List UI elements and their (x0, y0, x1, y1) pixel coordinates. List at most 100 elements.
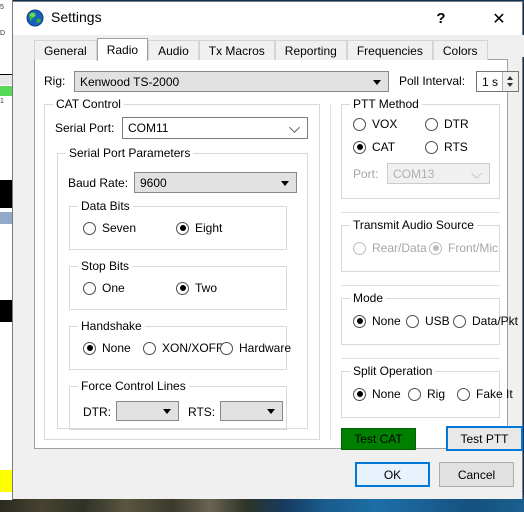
radio-mode-data-pkt[interactable]: Data/Pkt (453, 314, 518, 328)
radio-label: Data/Pkt (472, 314, 519, 328)
radio-dot (457, 387, 470, 401)
radio-split-none[interactable]: None (353, 387, 401, 401)
rts-select[interactable] (220, 401, 283, 421)
tab-reporting[interactable]: Reporting (274, 40, 347, 60)
ptt-method-group: PTT Method VOX DTR CAT RTS Port: COM13 (341, 97, 500, 199)
tab-frequencies[interactable]: Frequencies (346, 40, 433, 60)
radio-split-fake-it[interactable]: Fake It (457, 387, 513, 401)
tab-tx-macros[interactable]: Tx Macros (198, 40, 275, 60)
radio-split-rig[interactable]: Rig (408, 387, 445, 401)
radio-audio-rear-data[interactable]: Rear/Data (353, 241, 427, 255)
poll-interval-label: Poll Interval: (399, 74, 466, 88)
radio-dot (353, 117, 366, 131)
rts-label: RTS: (188, 405, 216, 419)
radio-settings-panel: Rig: Kenwood TS-2000 Poll Interval: 1 s … (34, 59, 523, 451)
radio-dot (406, 314, 419, 328)
radio-label: USB (425, 314, 450, 328)
panel-divider (330, 104, 331, 440)
dtr-label: DTR: (83, 405, 111, 419)
ptt-port-label: Port: (353, 167, 379, 181)
tab-colors[interactable]: Colors (432, 40, 488, 60)
poll-interval-value: 1 s (482, 75, 499, 89)
rig-label: Rig: (44, 74, 66, 88)
radio-data-bits-seven[interactable]: Seven (83, 221, 136, 235)
radio-handshake-none[interactable]: None (83, 341, 131, 355)
radio-dot (425, 117, 438, 131)
force-control-lines-title: Force Control Lines (78, 379, 189, 393)
radio-label: VOX (372, 117, 398, 131)
radio-dot (353, 314, 366, 328)
spin-up-icon[interactable] (507, 76, 513, 80)
radio-dot (353, 387, 366, 401)
globe-icon (26, 9, 44, 27)
chevron-down-icon (373, 80, 381, 85)
chevron-down-icon (267, 409, 275, 414)
radio-dot (176, 281, 189, 295)
radio-stop-bits-two[interactable]: Two (176, 281, 217, 295)
radio-dot (83, 281, 96, 295)
radio-dot (408, 387, 421, 401)
radio-dot (83, 341, 96, 355)
serial-port-select[interactable]: COM11 (122, 117, 308, 139)
radio-label: XON/XOFF (162, 341, 224, 355)
radio-ptt-cat[interactable]: CAT (353, 140, 395, 154)
baud-rate-select[interactable]: 9600 (134, 172, 297, 193)
help-button[interactable]: ? (418, 2, 464, 35)
radio-dot (353, 140, 366, 154)
radio-label: DTR (444, 117, 469, 131)
radio-ptt-vox[interactable]: VOX (353, 117, 397, 131)
radio-dot (429, 241, 442, 255)
stop-bits-group: Stop Bits One Two (69, 259, 287, 310)
data-bits-group: Data Bits Seven Eight (69, 199, 287, 250)
radio-ptt-dtr[interactable]: DTR (425, 117, 469, 131)
title-bar[interactable]: Settings ? ✕ (13, 2, 522, 35)
tab-radio[interactable]: Radio (96, 38, 149, 61)
cat-control-title: CAT Control (53, 97, 124, 111)
baud-rate-label: Baud Rate: (68, 176, 129, 190)
radio-label: Front/Mic (448, 241, 499, 255)
radio-audio-front-mic[interactable]: Front/Mic (429, 241, 498, 255)
ok-button[interactable]: OK (355, 462, 430, 487)
radio-mode-none[interactable]: None (353, 314, 401, 328)
transmit-audio-source-title: Transmit Audio Source (350, 218, 477, 232)
section-separator-1 (341, 212, 500, 213)
chevron-down-icon (281, 181, 289, 186)
radio-stop-bits-one[interactable]: One (83, 281, 125, 295)
radio-dot (453, 314, 466, 328)
poll-interval-spin-buttons[interactable] (502, 72, 518, 91)
test-ptt-button[interactable]: Test PTT (446, 426, 523, 451)
radio-handshake-hardware[interactable]: Hardware (220, 341, 291, 355)
radio-ptt-rts[interactable]: RTS (425, 140, 468, 154)
poll-interval-stepper[interactable]: 1 s (476, 71, 519, 92)
tab-bar: General Radio Audio Tx Macros Reporting … (34, 38, 488, 61)
chevron-down-icon (163, 409, 171, 414)
radio-mode-usb[interactable]: USB (406, 314, 450, 328)
data-bits-title: Data Bits (78, 199, 133, 213)
radio-label: Rear/Data (372, 241, 427, 255)
radio-label: CAT (372, 140, 396, 154)
dtr-select[interactable] (116, 401, 179, 421)
rig-select[interactable]: Kenwood TS-2000 (74, 71, 389, 92)
radio-handshake-xonxoff[interactable]: XON/XOFF (143, 341, 223, 355)
test-cat-button[interactable]: Test CAT (341, 428, 416, 450)
settings-dialog: Settings ? ✕ General Radio Audio Tx Macr… (12, 1, 524, 499)
handshake-group: Handshake None XON/XOFF Hardware (69, 319, 291, 370)
split-operation-title: Split Operation (350, 364, 436, 378)
radio-data-bits-eight[interactable]: Eight (176, 221, 222, 235)
dialog-footer: OK Cancel (13, 449, 522, 499)
force-control-lines-group: Force Control Lines DTR: RTS: (69, 379, 287, 430)
spin-down-icon[interactable] (507, 83, 513, 87)
cancel-button[interactable]: Cancel (439, 462, 514, 487)
chevron-down-icon (471, 168, 482, 179)
serial-port-parameters-title: Serial Port Parameters (66, 146, 194, 160)
handshake-title: Handshake (78, 319, 145, 333)
rig-row: Rig: Kenwood TS-2000 Poll Interval: 1 s (44, 71, 519, 93)
transmit-audio-source-group: Transmit Audio Source Rear/Data Front/Mi… (341, 218, 500, 272)
stop-bits-title: Stop Bits (78, 259, 133, 273)
tab-audio[interactable]: Audio (148, 40, 199, 60)
radio-dot (143, 341, 156, 355)
ptt-port-select[interactable]: COM13 (387, 163, 490, 184)
tab-general[interactable]: General (34, 40, 97, 60)
radio-label: Fake It (476, 387, 513, 401)
close-button[interactable]: ✕ (476, 2, 522, 35)
